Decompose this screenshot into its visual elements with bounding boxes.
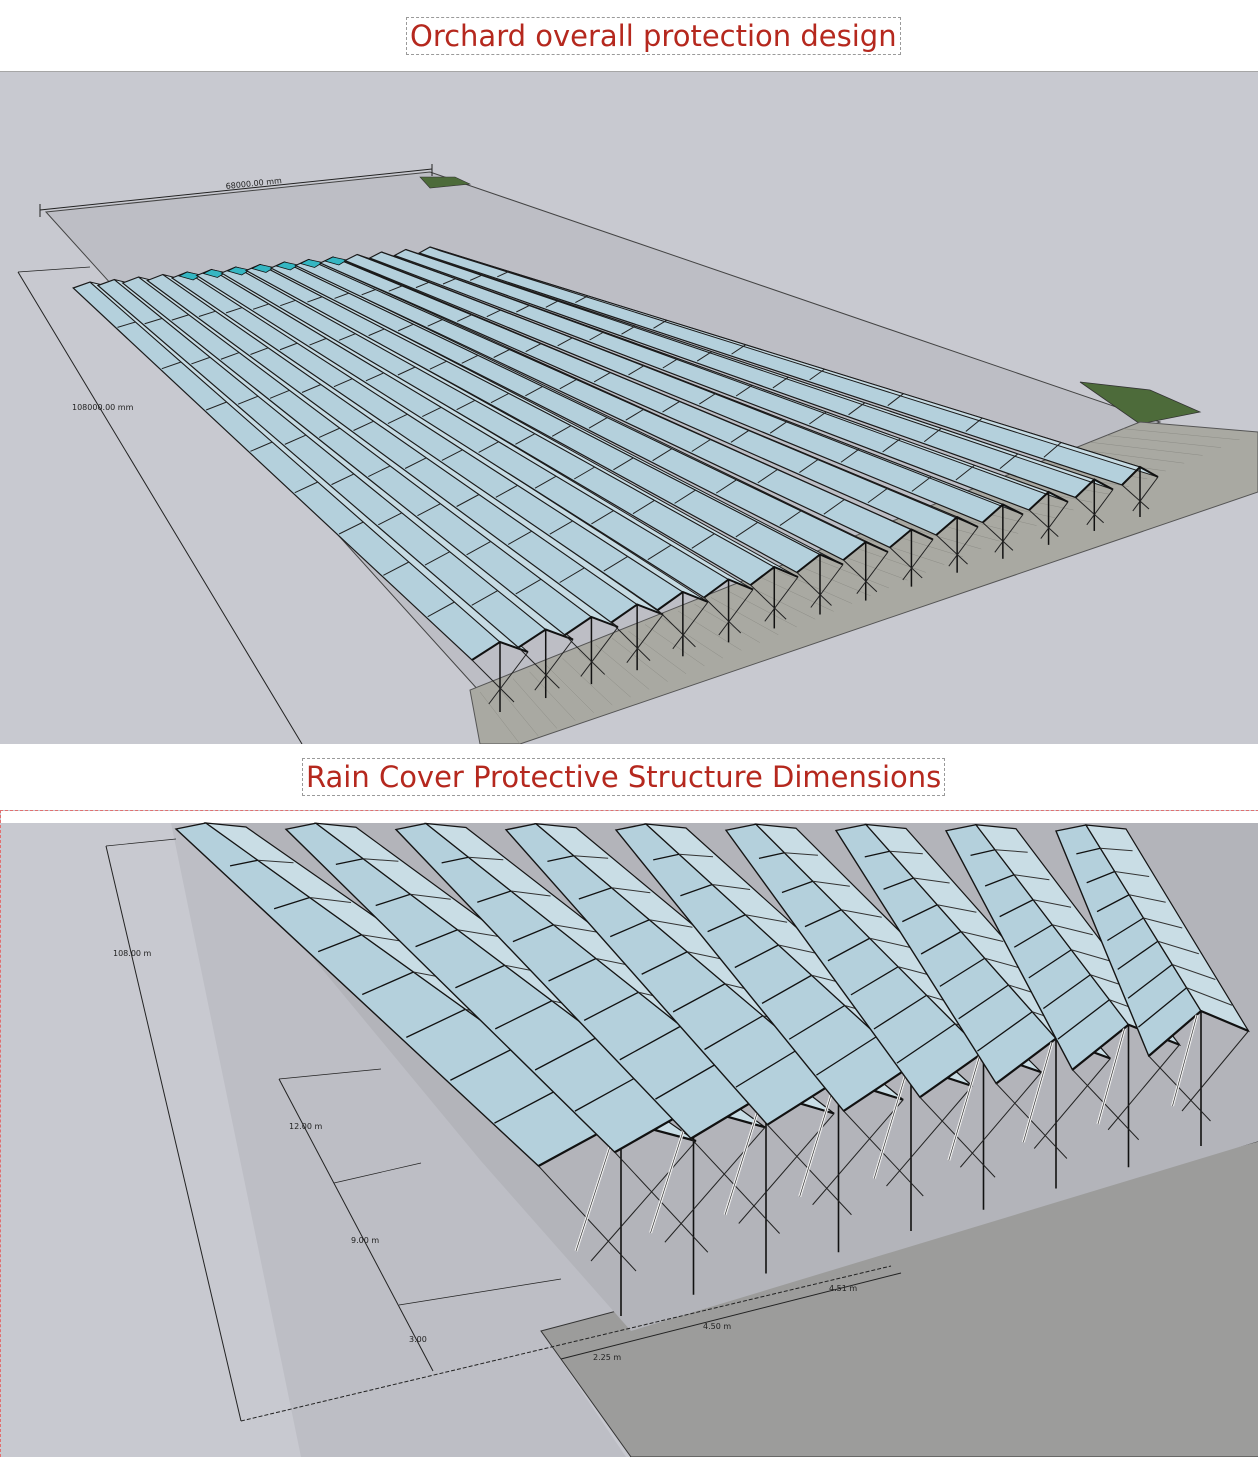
length-dimension-label: 108.00 m [113, 949, 152, 958]
overview-diagram: 68000.00 mm 108000.00 mm [0, 71, 1258, 744]
bay-label-451: 4.51 m [829, 1284, 857, 1293]
bay-label-225: 2.25 m [593, 1353, 621, 1362]
row-spacing-label-3: 3.00 [409, 1335, 427, 1344]
bay-label-450: 4.50 m [703, 1322, 731, 1331]
overview-title: Orchard overall protection design [406, 17, 901, 55]
detail-title: Rain Cover Protective Structure Dimensio… [302, 758, 946, 796]
detail-diagram: 108.00 m 12.00 m 9.00 m 3.00 4.51 m 4.50… [0, 810, 1258, 1457]
row-spacing-label-9: 9.00 m [351, 1236, 379, 1245]
length-dimension-label: 108000.00 mm [72, 403, 134, 412]
row-spacing-label-12: 12.00 m [289, 1122, 322, 1131]
